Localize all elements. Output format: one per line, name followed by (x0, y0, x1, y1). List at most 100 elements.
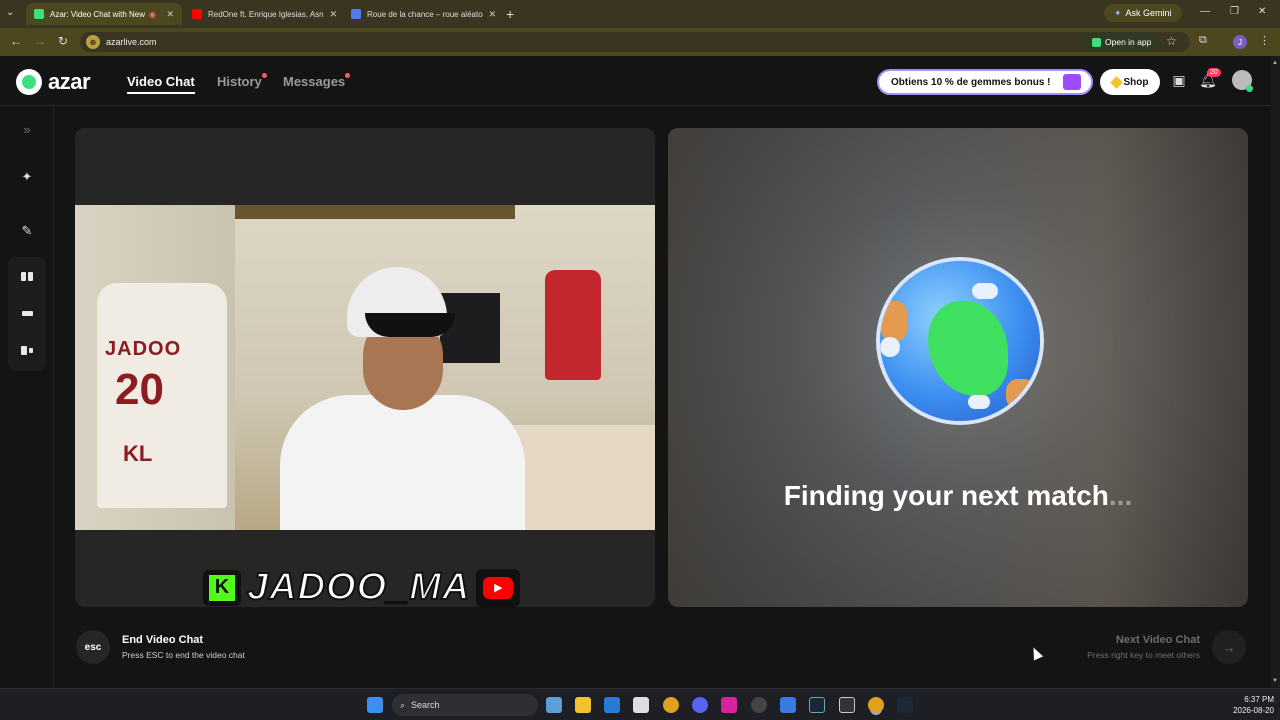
webcam-feed: JADOO 20 KL (75, 205, 655, 530)
open-in-app-label: Open in app (1105, 37, 1152, 47)
recording-icon: ◉ (149, 9, 156, 19)
close-window-icon[interactable]: ✕ (1258, 6, 1266, 17)
layout-pip-icon[interactable] (13, 336, 41, 364)
site-info-icon[interactable]: ⊕ (86, 35, 100, 49)
jersey-number: 20 (115, 365, 164, 414)
reload-icon[interactable]: ↻ (58, 34, 68, 48)
shop-label: Shop (1123, 76, 1149, 88)
app-header: azar Video Chat History Messages Obtiens… (0, 56, 1270, 106)
messages-notification-dot (345, 73, 350, 78)
tool-sidebar: » ✦ ✎ (0, 106, 54, 688)
logo-text: azar (48, 69, 91, 94)
online-status-dot (1246, 85, 1253, 92)
open-in-app-button[interactable]: Open in app (1084, 33, 1160, 51)
history-notification-dot (262, 73, 267, 78)
promo-text: Obtiens 10 % de gemmes bonus ! (891, 76, 1051, 88)
store-icon[interactable] (633, 697, 649, 713)
magic-wand-icon[interactable]: ✦ (13, 163, 41, 191)
new-tab-button[interactable]: + (506, 6, 514, 22)
app-icon[interactable] (839, 697, 855, 713)
file-explorer-icon[interactable] (575, 697, 591, 713)
bookmark-star-icon[interactable]: ☆ (1166, 34, 1177, 48)
partner-pane: Finding your next match... (668, 128, 1248, 607)
tab-search-icon[interactable]: ⌄ (6, 7, 14, 18)
layout-stacked-icon[interactable] (13, 299, 41, 327)
my-camera-pane: JADOO 20 KL K JADOO_MA ▶ (75, 128, 655, 607)
expand-sidebar-icon[interactable]: » (13, 115, 41, 143)
steam-icon[interactable] (897, 697, 913, 713)
page-scrollbar[interactable]: ▲ ▼ (1270, 56, 1280, 688)
red-jersey (545, 270, 601, 380)
close-tab-icon[interactable]: ✕ (483, 9, 497, 20)
tab-label: Roue de la chance – roue aléato (367, 9, 483, 19)
next-chat-arrow-icon[interactable]: → (1212, 630, 1246, 664)
nav-messages[interactable]: Messages (283, 74, 345, 89)
extensions-icon[interactable]: ⧉ (1199, 34, 1207, 47)
app-icon[interactable] (751, 697, 767, 713)
streamer-name: JADOO_MA (246, 565, 471, 607)
windows-start-icon[interactable] (367, 697, 383, 713)
gift-icon (1063, 74, 1081, 90)
youtube-icon: ▶ (476, 568, 521, 607)
finding-match-status: Finding your next match... (668, 480, 1248, 512)
azar-logo[interactable]: azar (16, 69, 91, 95)
end-chat-title: End Video Chat (122, 634, 204, 646)
streamer-overlay: K JADOO_MA ▶ (203, 565, 521, 607)
steam-icon[interactable] (809, 697, 825, 713)
youtube-favicon-icon (192, 9, 202, 19)
layout-side-by-side-icon[interactable] (13, 262, 41, 290)
taskbar-search[interactable]: ⌕ Search (392, 694, 538, 716)
browser-menu-icon[interactable]: ⋮ (1259, 34, 1270, 47)
outlook-icon[interactable] (604, 697, 620, 713)
edit-icon[interactable]: ✎ (13, 217, 41, 245)
app-icon (1092, 37, 1101, 47)
cap-brim (365, 313, 455, 337)
app-icon[interactable] (780, 697, 796, 713)
chrome-icon[interactable] (663, 697, 679, 713)
instagram-icon[interactable] (721, 697, 737, 713)
tab-wheel[interactable]: Roue de la chance – roue aléato ✕ (343, 3, 501, 25)
next-chat-hint: Press right key to meet others (1087, 650, 1200, 660)
end-chat-hint: Press ESC to end the video chat (122, 650, 245, 660)
restore-icon[interactable]: ❐ (1230, 6, 1239, 17)
search-icon: ⌕ (400, 699, 406, 710)
back-icon[interactable]: ← (10, 34, 22, 48)
gem-bonus-promo[interactable]: Obtiens 10 % de gemmes bonus ! (877, 69, 1093, 95)
person-shirt (280, 395, 525, 530)
jersey-initials: KL (123, 441, 153, 466)
nav-history[interactable]: History (217, 74, 262, 89)
loading-dots: ... (1108, 480, 1133, 511)
kick-letter: K (209, 574, 235, 601)
chrome-active-icon[interactable] (868, 697, 884, 713)
globe-land (928, 301, 1008, 396)
wheel-favicon-icon (351, 9, 361, 19)
tab-azar[interactable]: Azar: Video Chat with New ◉ ✕ (26, 3, 182, 25)
windows-taskbar: ⌕ Search 6:37 PM 2026-08-20 (0, 688, 1280, 720)
nav-video-chat[interactable]: Video Chat (127, 74, 195, 94)
taskbar-clock[interactable]: 6:37 PM 2026-08-20 (1214, 694, 1274, 716)
shop-button[interactable]: Shop (1100, 69, 1160, 95)
close-tab-icon[interactable]: ✕ (160, 9, 174, 20)
url-text: azarlive.com (106, 37, 157, 47)
ask-gemini-button[interactable]: ✦ Ask Gemini (1104, 4, 1182, 22)
globe-icon (880, 261, 1040, 421)
widgets-icon[interactable] (546, 697, 562, 713)
globe-cloud (968, 395, 990, 409)
minimize-icon[interactable]: — (1200, 6, 1210, 17)
next-chat-title: Next Video Chat (1115, 634, 1200, 646)
close-tab-icon[interactable]: ✕ (324, 9, 338, 20)
end-chat-button[interactable]: esc (76, 630, 110, 664)
scroll-down-icon[interactable]: ▼ (1272, 678, 1278, 684)
globe-cloud (880, 337, 900, 357)
forward-icon[interactable]: → (34, 34, 46, 48)
scroll-up-icon[interactable]: ▲ (1272, 60, 1278, 66)
notification-badge: 20 (1207, 68, 1221, 77)
inbox-icon[interactable]: ▣ (1170, 72, 1188, 90)
wall-shelf (235, 205, 515, 219)
tab-label: RedOne ft. Enrique Iglesias, Asn (208, 9, 324, 19)
url-bar[interactable]: ⊕ azarlive.com (80, 32, 1190, 52)
discord-icon[interactable] (692, 697, 708, 713)
search-label: Search (411, 700, 440, 710)
browser-profile-avatar[interactable]: J (1233, 35, 1247, 49)
tab-youtube[interactable]: RedOne ft. Enrique Iglesias, Asn ✕ (184, 3, 342, 25)
